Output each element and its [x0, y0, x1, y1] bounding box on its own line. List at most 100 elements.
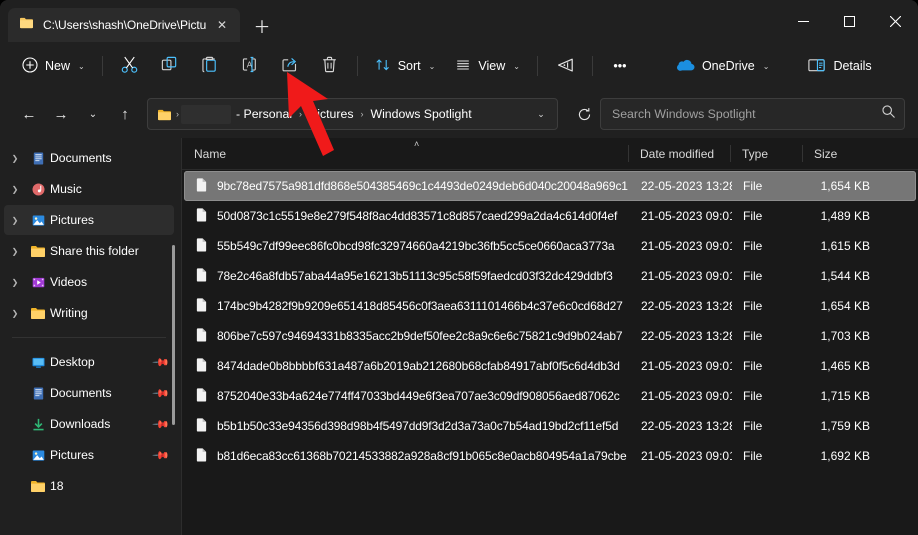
close-button[interactable] — [872, 0, 918, 42]
file-type-cell: File — [732, 329, 804, 343]
file-size-cell: 1,759 KB — [804, 419, 882, 433]
column-header-size[interactable]: Size — [802, 138, 880, 169]
folder-icon — [26, 244, 50, 258]
breadcrumb-redacted-account[interactable] — [181, 105, 231, 124]
table-row[interactable]: 8752040e33b4a624e774ff47033bd449e6f3ea70… — [184, 381, 916, 411]
sidebar-item-18[interactable]: 18 — [4, 471, 174, 501]
sidebar-item-desktop[interactable]: Desktop 📌 — [4, 347, 174, 377]
sort-button[interactable]: Sort ⌄ — [365, 49, 446, 83]
column-header-name[interactable]: Name — [182, 138, 628, 169]
copy-icon — [160, 55, 179, 77]
view-button[interactable]: View ⌄ — [445, 49, 530, 83]
details-pane-button[interactable]: Details — [797, 49, 881, 83]
sidebar-item-videos[interactable]: ❯ Videos — [4, 267, 174, 297]
file-name-cell: b5b1b50c33e94356d398d98b4f5497dd9f3d2d3a… — [184, 417, 630, 435]
sidebar-item-documents[interactable]: ❯ Documents — [4, 143, 174, 173]
file-date-cell: 21-05-2023 09:01 — [630, 449, 732, 463]
file-date-cell: 21-05-2023 09:01 — [630, 389, 732, 403]
file-date-cell: 22-05-2023 13:28 — [630, 179, 732, 193]
sidebar-item-pictures[interactable]: ❯ Pictures — [4, 205, 174, 235]
column-header-date-modified[interactable]: Date modified — [628, 138, 730, 169]
file-type-cell: File — [732, 449, 804, 463]
tab-close-icon[interactable]: ✕ — [210, 13, 234, 37]
breadcrumb[interactable]: › - Personal › Pictures › Windows Spotli… — [147, 98, 558, 130]
sidebar-item-share-this-folder[interactable]: ❯ Share this folder — [4, 236, 174, 266]
table-row[interactable]: 55b549c7df99eec86fc0bcd98fc32974660a4219… — [184, 231, 916, 261]
new-tab-button[interactable]: ＋ — [246, 9, 278, 41]
sidebar-item-pictures-pinned[interactable]: Pictures 📌 — [4, 440, 174, 470]
table-row[interactable]: 174bc9b4282f9b9209e651418d85456c0f3aea63… — [184, 291, 916, 321]
file-name-cell: 78e2c46a8fdb57aba44a95e16213b51113c95c58… — [184, 267, 630, 285]
breadcrumb-separator: › — [174, 109, 181, 119]
share-button[interactable] — [270, 49, 310, 83]
sidebar-divider — [12, 337, 166, 338]
sidebar-item-music[interactable]: ❯ Music — [4, 174, 174, 204]
chevron-right-icon[interactable]: ❯ — [4, 247, 26, 256]
file-name-cell: 55b549c7df99eec86fc0bcd98fc32974660a4219… — [184, 237, 630, 255]
recent-locations-button[interactable]: ⌄ — [77, 98, 109, 130]
up-button[interactable]: ↑ — [109, 98, 141, 130]
clipboard-icon — [200, 55, 219, 77]
rename-button[interactable]: A — [230, 49, 270, 83]
file-name-label: b5b1b50c33e94356d398d98b4f5497dd9f3d2d3a… — [217, 419, 618, 433]
file-name-cell: 9bc78ed7575a981dfd868e504385469c1c4493de… — [184, 177, 630, 195]
new-button[interactable]: New ⌄ — [12, 49, 95, 83]
plus-circle-icon — [22, 57, 38, 76]
pin-icon[interactable]: 📌 — [152, 415, 171, 434]
window-controls — [780, 0, 918, 42]
column-header-type[interactable]: Type — [730, 138, 802, 169]
table-row[interactable]: 50d0873c1c5519e8e279f548f8ac4dd83571c8d8… — [184, 201, 916, 231]
table-row[interactable]: 806be7c597c94694331b8335acc2b9def50fee2c… — [184, 321, 916, 351]
pin-icon[interactable]: 📌 — [152, 353, 171, 372]
table-row[interactable]: 9bc78ed7575a981dfd868e504385469c1c4493de… — [184, 171, 916, 201]
table-row[interactable]: b81d6eca83cc61368b70214533882a928a8cf91b… — [184, 441, 916, 471]
table-row[interactable]: 8474dade0b8bbbbf631a487a6b2019ab212680b6… — [184, 351, 916, 381]
file-size-cell: 1,544 KB — [804, 269, 882, 283]
onedrive-status-button[interactable]: OneDrive ⌄ — [666, 49, 780, 83]
sidebar-item-writing[interactable]: ❯ Writing — [4, 298, 174, 328]
table-row[interactable]: b5b1b50c33e94356d398d98b4f5497dd9f3d2d3a… — [184, 411, 916, 441]
chevron-right-icon[interactable]: ❯ — [4, 278, 26, 287]
pin-icon[interactable]: 📌 — [152, 384, 171, 403]
sidebar-item-downloads[interactable]: Downloads 📌 — [4, 409, 174, 439]
copy-button[interactable] — [150, 49, 190, 83]
chevron-right-icon[interactable]: ❯ — [4, 154, 26, 163]
breadcrumb-item-pictures[interactable]: Pictures — [304, 104, 358, 124]
sidebar-scrollbar[interactable] — [172, 245, 175, 425]
sidebar-label: Documents — [50, 386, 154, 400]
breadcrumb-dropdown-icon[interactable]: ⌄ — [529, 102, 553, 126]
file-rows: 9bc78ed7575a981dfd868e504385469c1c4493de… — [182, 170, 918, 535]
paste-button[interactable] — [190, 49, 230, 83]
sidebar-item-documents-pinned[interactable]: Documents 📌 — [4, 378, 174, 408]
file-name-label: 174bc9b4282f9b9209e651418d85456c0f3aea63… — [217, 299, 623, 313]
column-header-name-label: Name — [194, 147, 226, 161]
file-name-cell: 806be7c597c94694331b8335acc2b9def50fee2c… — [184, 327, 630, 345]
documents-icon — [26, 151, 50, 166]
file-type-cell: File — [732, 269, 804, 283]
back-button[interactable]: ← — [13, 98, 45, 130]
refresh-button[interactable] — [568, 98, 600, 130]
command-bar: New ⌄ — [0, 42, 918, 90]
search-input[interactable]: Search Windows Spotlight — [600, 98, 905, 130]
filter-button[interactable] — [545, 49, 585, 83]
navigation-pane: ❯ Documents ❯ Music ❯ Pictures — [0, 138, 182, 535]
sort-button-label: Sort — [398, 59, 421, 73]
see-more-button[interactable]: ••• — [600, 49, 640, 83]
delete-button[interactable] — [310, 49, 350, 83]
cut-button[interactable] — [110, 49, 150, 83]
breadcrumb-item-windows-spotlight[interactable]: Windows Spotlight — [365, 104, 476, 124]
tab-current-folder[interactable]: C:\Users\shash\OneDrive\Pictu ✕ — [8, 8, 240, 42]
chevron-right-icon[interactable]: ❯ — [4, 216, 26, 225]
breadcrumb-item-personal[interactable]: - Personal — [231, 104, 297, 124]
chevron-right-icon[interactable]: ❯ — [4, 309, 26, 318]
forward-button[interactable]: → — [45, 98, 77, 130]
maximize-button[interactable] — [826, 0, 872, 42]
pin-icon[interactable]: 📌 — [152, 446, 171, 465]
chevron-right-icon[interactable]: ❯ — [4, 185, 26, 194]
share-icon — [280, 55, 299, 77]
file-date-cell: 21-05-2023 09:01 — [630, 359, 732, 373]
file-name-label: 8752040e33b4a624e774ff47033bd449e6f3ea70… — [217, 389, 620, 403]
minimize-button[interactable] — [780, 0, 826, 42]
table-row[interactable]: 78e2c46a8fdb57aba44a95e16213b51113c95c58… — [184, 261, 916, 291]
file-name-cell: 50d0873c1c5519e8e279f548f8ac4dd83571c8d8… — [184, 207, 630, 225]
